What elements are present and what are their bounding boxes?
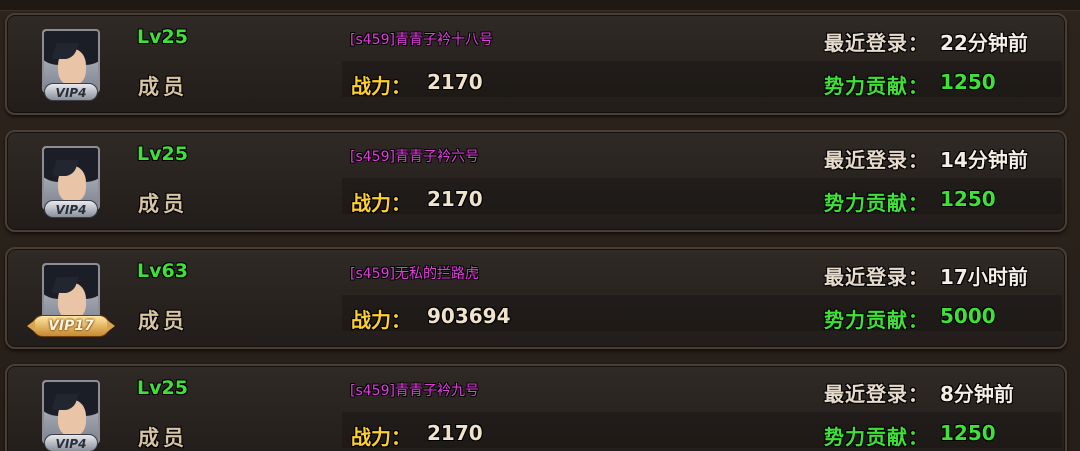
- last-login-label: 最近登录：: [824, 148, 929, 172]
- contribution-value: 1250: [940, 70, 996, 94]
- member-name[interactable]: [s459]青青子衿六号: [350, 146, 479, 166]
- last-login-label: 最近登录：: [824, 265, 929, 289]
- contribution-label: 势力贡献：: [824, 74, 929, 98]
- member-row[interactable]: VIP4 Lv25 成员 [s459]青青子衿九号 战力： 2170 最近登录：…: [5, 364, 1067, 451]
- avatar[interactable]: VIP17: [27, 261, 115, 337]
- list-top-edge: [0, 0, 1080, 11]
- power-label: 战力：: [351, 74, 411, 98]
- power-value: 2170: [427, 70, 483, 94]
- member-rank: 成员: [138, 192, 188, 216]
- power-value: 2170: [427, 187, 483, 211]
- last-login-value: 22分钟前: [940, 31, 1028, 55]
- member-row[interactable]: VIP4 Lv25 成员 [s459]青青子衿十八号 战力： 2170 最近登录…: [5, 13, 1067, 115]
- vip-badge-icon: VIP4: [44, 434, 98, 451]
- contribution-value: 5000: [940, 304, 996, 328]
- contribution-label: 势力贡献：: [824, 425, 929, 449]
- member-level: Lv25: [137, 377, 188, 399]
- last-login-value: 8分钟前: [940, 382, 1014, 406]
- member-row[interactable]: VIP17 Lv63 成员 [s459]无私的拦路虎 战力： 903694 最近…: [5, 247, 1067, 349]
- member-name[interactable]: [s459]青青子衿九号: [350, 380, 479, 400]
- contribution-value: 1250: [940, 421, 996, 445]
- member-level: Lv63: [137, 260, 188, 282]
- power-label: 战力：: [351, 425, 411, 449]
- member-rank: 成员: [138, 426, 188, 450]
- power-label: 战力：: [351, 191, 411, 215]
- member-list: VIP4 Lv25 成员 [s459]青青子衿十八号 战力： 2170 最近登录…: [0, 0, 1080, 451]
- last-login-label: 最近登录：: [824, 382, 929, 406]
- avatar[interactable]: VIP4: [38, 144, 104, 220]
- vip-badge-icon: VIP4: [44, 83, 98, 101]
- power-value: 2170: [427, 421, 483, 445]
- last-login-value: 17小时前: [940, 265, 1028, 289]
- avatar[interactable]: VIP4: [38, 27, 104, 103]
- member-row[interactable]: VIP4 Lv25 成员 [s459]青青子衿六号 战力： 2170 最近登录：…: [5, 130, 1067, 232]
- member-name[interactable]: [s459]无私的拦路虎: [350, 263, 479, 283]
- last-login-value: 14分钟前: [940, 148, 1028, 172]
- contribution-label: 势力贡献：: [824, 191, 929, 215]
- vip-badge-icon: VIP4: [44, 200, 98, 218]
- member-level: Lv25: [137, 143, 188, 165]
- member-name[interactable]: [s459]青青子衿十八号: [350, 29, 493, 49]
- contribution-label: 势力贡献：: [824, 308, 929, 332]
- vip-badge-icon: VIP17: [27, 315, 115, 337]
- contribution-value: 1250: [940, 187, 996, 211]
- power-label: 战力：: [351, 308, 411, 332]
- member-rank: 成员: [138, 75, 188, 99]
- member-level: Lv25: [137, 26, 188, 48]
- last-login-label: 最近登录：: [824, 31, 929, 55]
- power-value: 903694: [427, 304, 511, 328]
- avatar[interactable]: VIP4: [38, 378, 104, 451]
- member-rank: 成员: [138, 309, 188, 333]
